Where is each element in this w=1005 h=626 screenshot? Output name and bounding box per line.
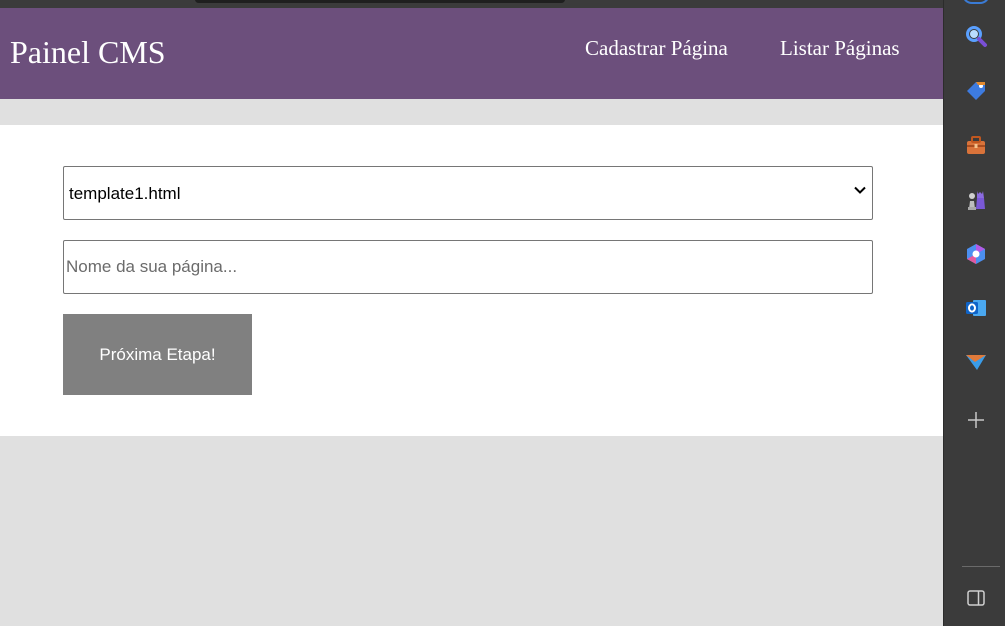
- browser-sidebar: [943, 0, 1005, 626]
- add-icon[interactable]: [963, 407, 989, 433]
- browser-top-bar: [0, 0, 943, 8]
- send-icon[interactable]: [963, 349, 989, 375]
- template-select-value: template1.html: [69, 184, 181, 203]
- page-viewport: Painel CMS Cadastrar Página Listar Págin…: [0, 8, 943, 626]
- outlook-icon[interactable]: [963, 295, 989, 321]
- site-header: Painel CMS Cadastrar Página Listar Págin…: [0, 8, 943, 99]
- chess-icon[interactable]: [963, 187, 989, 213]
- nav-cadastrar-pagina[interactable]: Cadastrar Página: [585, 36, 728, 61]
- form-panel: template1.html Próxima Etapa!: [0, 125, 943, 436]
- sidebar-divider: [962, 566, 1000, 567]
- address-bar-edge: [195, 0, 565, 3]
- brand-title: Painel CMS: [10, 34, 166, 70]
- profile-icon[interactable]: [962, 0, 990, 4]
- next-step-button[interactable]: Próxima Etapa!: [63, 314, 252, 395]
- toolbox-icon[interactable]: [963, 133, 989, 159]
- chevron-down-icon: [854, 186, 866, 194]
- tag-icon[interactable]: [963, 78, 989, 104]
- nav-listar-paginas[interactable]: Listar Páginas: [780, 36, 900, 61]
- page-name-input[interactable]: [63, 240, 873, 294]
- template-select[interactable]: template1.html: [63, 166, 873, 220]
- search-icon[interactable]: [963, 23, 989, 49]
- copilot-icon[interactable]: [963, 241, 989, 267]
- sidebar-toggle-icon[interactable]: [963, 585, 989, 611]
